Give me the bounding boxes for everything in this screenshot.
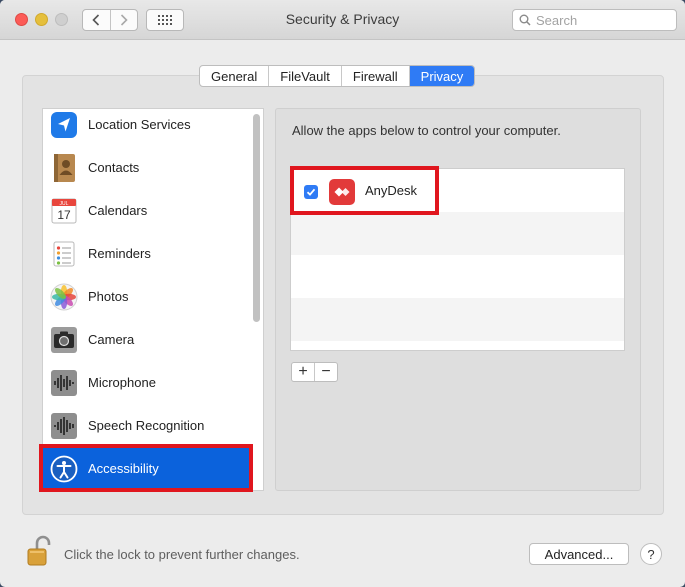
sidebar-item-photos[interactable]: Photos [43,275,253,318]
annotation-highlight-accessibility [39,444,253,492]
sidebar-item-reminders[interactable]: Reminders [43,232,253,275]
help-button[interactable]: ? [640,543,662,565]
camera-icon [49,325,79,355]
sidebar-item-label: Camera [88,332,135,347]
sidebar-item-label: Location Services [88,117,191,132]
location-arrow-icon [49,110,79,140]
calendar-icon: JUL 17 [49,196,79,226]
reminders-list-icon [49,239,79,269]
advanced-button[interactable]: Advanced... [529,543,629,565]
calendar-month: JUL [60,201,69,207]
sidebar-item-microphone[interactable]: Microphone [43,361,253,404]
lock-button[interactable] [26,535,52,570]
search-field[interactable] [512,9,677,31]
privacy-category-list: Location Services Contacts JUL 17 Calend… [42,108,264,491]
sidebar-item-label: Contacts [88,160,140,175]
title-bar: Security & Privacy [0,0,685,40]
contacts-book-icon [49,153,79,183]
sidebar-item-calendars[interactable]: JUL 17 Calendars [43,189,253,232]
sidebar-scrollbar[interactable] [253,114,260,322]
photos-flower-icon [49,282,79,312]
empty-row [291,298,624,341]
remove-app-button[interactable]: − [315,363,337,381]
search-input[interactable] [536,12,666,28]
tab-firewall[interactable]: Firewall [342,66,410,86]
sidebar-item-camera[interactable]: Camera [43,318,253,361]
annotation-highlight-anydesk [290,166,439,215]
tab-privacy[interactable]: Privacy [409,66,475,86]
empty-row [291,255,624,298]
lock-status-text: Click the lock to prevent further change… [64,547,300,562]
lock-open-icon [27,535,51,566]
tab-filevault[interactable]: FileVault [269,66,342,86]
sidebar-item-label: Calendars [88,203,148,218]
sidebar-item-contacts[interactable]: Contacts [43,146,253,189]
sidebar-item-label: Speech Recognition [88,418,205,433]
microphone-waveform-icon [49,368,79,398]
sidebar-item-speech-recognition[interactable]: Speech Recognition [43,404,253,447]
sidebar-item-location-services[interactable]: Location Services [43,109,253,146]
calendar-day: 17 [57,208,71,222]
sidebar-item-label: Photos [88,289,129,304]
speech-waveform-icon [49,411,79,441]
security-privacy-window: Security & Privacy General FileVault Fir… [0,0,685,587]
sidebar-item-label: Microphone [88,375,156,390]
tab-general[interactable]: General [200,66,270,86]
sidebar-item-label: Reminders [88,246,151,261]
search-icon [519,14,531,26]
add-remove-control: + − [291,362,338,382]
privacy-description: Allow the apps below to control your com… [292,123,561,138]
tab-bar: General FileVault Firewall Privacy [199,65,476,87]
empty-row [291,212,624,255]
add-app-button[interactable]: + [292,363,315,381]
